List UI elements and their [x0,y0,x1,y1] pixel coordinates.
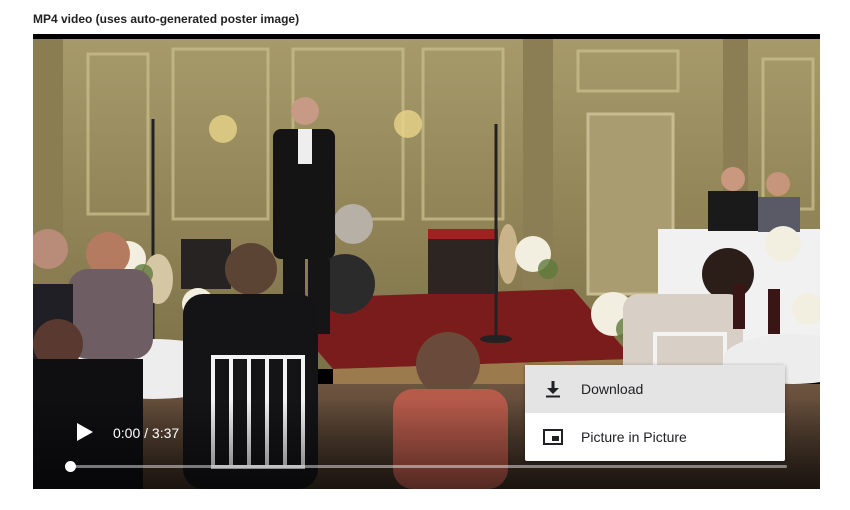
play-icon[interactable] [73,421,95,443]
time-display: 0:00 / 3:37 [113,425,180,441]
picture-in-picture-icon [541,425,565,449]
progress-track[interactable] [70,465,787,468]
download-icon [541,377,565,401]
menu-item-picture-in-picture[interactable]: Picture in Picture [525,413,785,461]
video-caption: MP4 video (uses auto-generated poster im… [33,12,300,26]
menu-item-label: Picture in Picture [581,429,687,445]
context-menu: Download Picture in Picture [525,365,785,461]
menu-item-download[interactable]: Download [525,365,785,413]
progress-thumb[interactable] [65,461,76,472]
menu-item-label: Download [581,381,644,397]
